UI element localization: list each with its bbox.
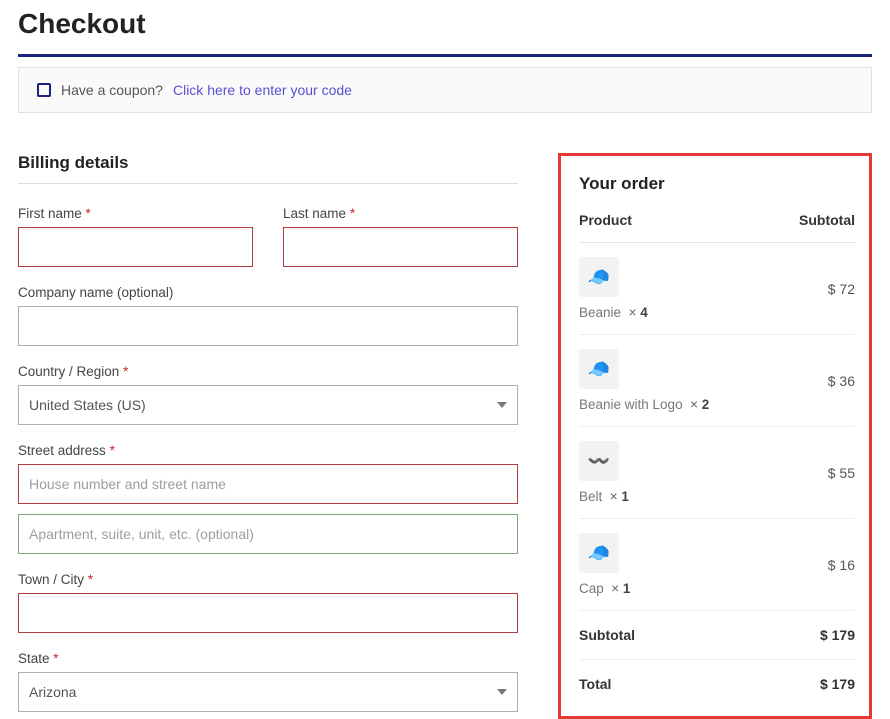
product-qty: × 4 — [629, 305, 648, 320]
page-title: Checkout — [18, 8, 872, 40]
last-name-label: Last name * — [283, 206, 518, 221]
coupon-prompt: Have a coupon? — [61, 82, 163, 98]
street-label: Street address * — [18, 443, 518, 458]
product-price: $ 72 — [828, 281, 855, 297]
coupon-icon — [37, 83, 51, 97]
order-subtotal-value: $ 179 — [820, 627, 855, 643]
state-label: State * — [18, 651, 518, 666]
order-title: Your order — [579, 174, 855, 194]
order-item: 🧢 Cap × 1 $ 16 — [579, 519, 855, 611]
product-price: $ 55 — [828, 465, 855, 481]
order-summary: Your order Product Subtotal 🧢 Beanie × 4 $… — [558, 153, 872, 719]
chevron-down-icon — [497, 689, 507, 695]
last-name-input[interactable] — [283, 227, 518, 267]
order-item: 🧢 Beanie with Logo × 2 $ 36 — [579, 335, 855, 427]
order-item: 🧢 Beanie × 4 $ 72 — [579, 243, 855, 335]
chevron-down-icon — [497, 402, 507, 408]
order-head-subtotal: Subtotal — [799, 212, 855, 228]
product-qty: × 1 — [611, 581, 630, 596]
product-qty: × 2 — [690, 397, 709, 412]
coupon-bar: Have a coupon? Click here to enter your … — [18, 67, 872, 113]
product-qty: × 1 — [610, 489, 629, 504]
street-input-2[interactable] — [18, 514, 518, 554]
state-select-value: Arizona — [29, 684, 76, 700]
country-select-value: United States (US) — [29, 397, 146, 413]
order-subtotal-label: Subtotal — [579, 627, 635, 643]
order-table-head: Product Subtotal — [579, 212, 855, 243]
product-thumb: 🧢 — [579, 533, 619, 573]
first-name-input[interactable] — [18, 227, 253, 267]
street-input-1[interactable] — [18, 464, 518, 504]
city-label: Town / City * — [18, 572, 518, 587]
first-name-label: First name * — [18, 206, 253, 221]
product-name: Beanie with Logo — [579, 397, 683, 412]
product-price: $ 16 — [828, 557, 855, 573]
state-select[interactable]: Arizona — [18, 672, 518, 712]
city-input[interactable] — [18, 593, 518, 633]
product-price: $ 36 — [828, 373, 855, 389]
order-head-product: Product — [579, 212, 632, 228]
billing-section: Billing details First name * Last name *… — [18, 153, 518, 712]
order-item: 〰️ Belt × 1 $ 55 — [579, 427, 855, 519]
order-total-value: $ 179 — [820, 676, 855, 692]
title-divider — [18, 54, 872, 57]
product-thumb: 🧢 — [579, 257, 619, 297]
order-total-label: Total — [579, 676, 611, 692]
product-thumb: 〰️ — [579, 441, 619, 481]
country-label: Country / Region * — [18, 364, 518, 379]
product-name: Beanie — [579, 305, 621, 320]
product-name: Belt — [579, 489, 602, 504]
company-input[interactable] — [18, 306, 518, 346]
order-total-row: Total $ 179 — [579, 660, 855, 708]
product-name: Cap — [579, 581, 604, 596]
billing-title: Billing details — [18, 153, 518, 184]
company-label: Company name (optional) — [18, 285, 518, 300]
country-select[interactable]: United States (US) — [18, 385, 518, 425]
coupon-link[interactable]: Click here to enter your code — [173, 82, 352, 98]
product-thumb: 🧢 — [579, 349, 619, 389]
order-subtotal-row: Subtotal $ 179 — [579, 611, 855, 660]
